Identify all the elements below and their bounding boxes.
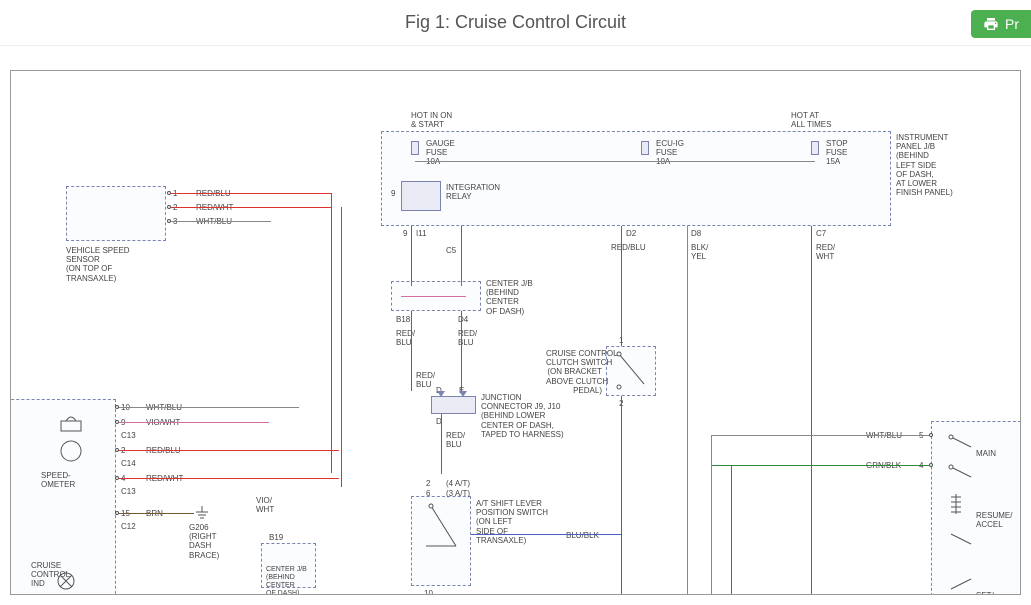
- ecu-ig-fuse: [641, 141, 649, 155]
- pin-i11: I11: [416, 229, 427, 238]
- sl-p2: 2: [426, 479, 430, 488]
- wcol-redblu-b18: RED/ BLU: [396, 329, 415, 347]
- pin-c5: C5: [446, 246, 456, 255]
- stop-fuse: [811, 141, 819, 155]
- clutch-p1: 1: [619, 336, 623, 345]
- pin-d8: D8: [691, 229, 701, 238]
- label-junction-connector: JUNCTION CONNECTOR J9, J10 (BEHIND LOWER…: [481, 393, 564, 439]
- cruise-switch-icon: [941, 429, 1001, 595]
- switch-contact-icon: [609, 349, 653, 393]
- relay-pin-9: 9: [391, 189, 395, 198]
- sl-p6: 6: [426, 489, 430, 498]
- junction-connector-box: [431, 396, 476, 414]
- wcol-viowht: VIO/ WHT: [256, 496, 274, 514]
- speedometer-icon: [46, 411, 96, 471]
- ground-icon: [194, 506, 210, 522]
- pin-d4: D4: [458, 315, 468, 324]
- label-shift-lever: A/T SHIFT LEVER POSITION SWITCH (ON LEFT…: [476, 499, 548, 545]
- label-gauge-fuse: GAUGE FUSE 10A: [426, 139, 455, 167]
- wcol-blkyel: BLK/ YEL: [691, 243, 708, 261]
- spd-c13b: C13: [121, 487, 136, 496]
- label-stop-fuse: STOP FUSE 15A: [826, 139, 848, 167]
- pin-c7: C7: [816, 229, 826, 238]
- label-instrument-panel-jb: INSTRUMENT PANEL J/B (BEHIND LEFT SIDE O…: [896, 133, 953, 197]
- spd-c12: C12: [121, 522, 136, 531]
- label-integration-relay: INTEGRATION RELAY: [446, 183, 500, 201]
- label-ecu-ig-fuse: ECU-IG FUSE 10A: [656, 139, 684, 167]
- pin-b18: B18: [396, 315, 410, 324]
- print-button[interactable]: Pr: [971, 10, 1031, 38]
- indicator-lamp-icon: [56, 571, 76, 591]
- label-vss: VEHICLE SPEED SENSOR (ON TOP OF TRANSAXL…: [66, 246, 130, 283]
- sl-3at: (3 A/T): [446, 489, 470, 498]
- label-speedometer: SPEED- OMETER: [41, 471, 75, 489]
- wcol-redblu-mid: RED/ BLU: [416, 371, 435, 389]
- sl-4at: (4 A/T): [446, 479, 470, 488]
- label-center-jb-lower: CENTER J/B (BEHIND CENTER OF DASH): [266, 566, 307, 595]
- diagram-viewport[interactable]: HOT IN ON & START HOT AT ALL TIMES GAUGE…: [10, 70, 1021, 595]
- wcol-redwht: RED/ WHT: [816, 243, 835, 261]
- label-ground-g206: G206 (RIGHT DASH BRACE): [189, 523, 219, 560]
- wcol-redblu-d2: RED/BLU: [611, 243, 646, 252]
- wiring-diagram: HOT IN ON & START HOT AT ALL TIMES GAUGE…: [11, 71, 1020, 594]
- pin-d2: D2: [626, 229, 636, 238]
- label-center-jb-upper: CENTER J/B (BEHIND CENTER OF DASH): [486, 279, 533, 316]
- shift-switch-icon: [416, 501, 466, 581]
- vehicle-speed-sensor-box: [66, 186, 166, 241]
- figure-title: Fig 1: Cruise Control Circuit: [0, 0, 1031, 46]
- spd-c13a: C13: [121, 431, 136, 440]
- gauge-fuse: [411, 141, 419, 155]
- pin-b19: B19: [269, 533, 283, 542]
- spd-p7: 7: [121, 593, 125, 595]
- wcol-blublk: BLU/BLK: [566, 531, 599, 540]
- label-clutch-switch: CRUISE CONTROL CLUTCH SWITCH (ON BRACKET…: [546, 349, 602, 395]
- wcol-redblu-jc: RED/ BLU: [446, 431, 465, 449]
- label-hot-all-times: HOT AT ALL TIMES: [791, 111, 831, 129]
- spd-c14: C14: [121, 459, 136, 468]
- sl-p10: 10: [424, 589, 433, 595]
- print-label: Pr: [1005, 16, 1019, 32]
- print-icon: [983, 16, 999, 32]
- spd-w7: GRN/RED: [146, 593, 183, 595]
- label-hot-on-start: HOT IN ON & START: [411, 111, 452, 129]
- pin-i11-9: 9: [403, 229, 407, 238]
- integration-relay: [401, 181, 441, 211]
